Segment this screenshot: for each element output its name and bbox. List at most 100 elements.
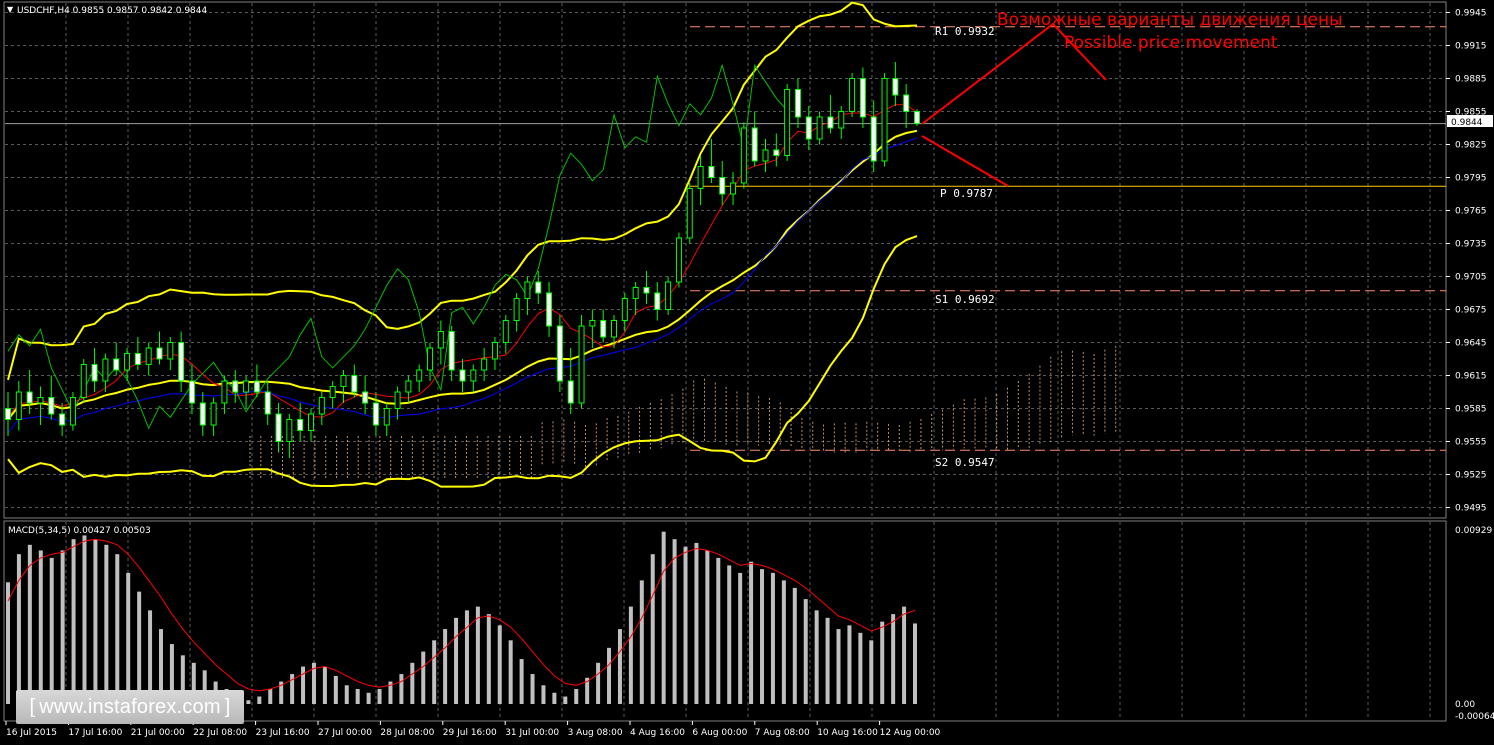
grid <box>5 3 1446 720</box>
macd-bar <box>464 610 469 705</box>
candle-body <box>881 78 888 162</box>
price-tick-label: 0.9765 <box>1455 207 1487 217</box>
macd-bar <box>770 572 775 705</box>
macd-tick-label: -0.00064 <box>1455 712 1494 722</box>
macd-bar <box>836 629 841 705</box>
time-tick-label: 29 Jul 16:00 <box>443 728 497 738</box>
macd-bar <box>672 539 677 705</box>
candle-body <box>914 111 920 125</box>
symbol-info: USDCHF,H4 0.9855 0.9857 0.9842 0.9844 <box>17 6 207 16</box>
candle-body <box>156 347 163 360</box>
macd-indicator <box>6 531 917 705</box>
symbol-info-icon[interactable]: ▼ <box>7 5 14 14</box>
price-tick-label: 0.9825 <box>1455 141 1487 151</box>
time-tick-label: 4 Aug 16:00 <box>630 728 685 738</box>
price-tick-label: 0.9705 <box>1455 273 1487 283</box>
candle-body <box>708 166 715 178</box>
time-tick-label: 22 Jul 08:00 <box>193 728 247 738</box>
candle-body <box>59 413 66 426</box>
macd-bar <box>738 572 743 705</box>
candle-body <box>188 380 195 404</box>
macd-bar <box>257 696 262 705</box>
macd-bar <box>301 666 306 705</box>
candle-body <box>794 89 801 118</box>
candle-body <box>903 94 910 112</box>
candle-body <box>221 380 228 404</box>
macd-bar <box>683 546 688 705</box>
macd-bar <box>607 647 612 705</box>
candle-body <box>524 281 531 299</box>
candle-body <box>362 391 369 404</box>
macd-bar <box>333 675 338 705</box>
macd-bar <box>82 535 87 705</box>
candle-body <box>459 369 466 382</box>
macd-bar <box>344 685 349 705</box>
candle-body <box>69 397 76 426</box>
macd-signal-line <box>7 538 916 692</box>
macd-bar <box>563 696 568 705</box>
candle-body <box>762 149 769 162</box>
macd-bar <box>705 550 710 705</box>
time-tick-label: 16 Jul 2015 <box>6 728 57 738</box>
macd-bar <box>137 591 142 705</box>
candle-body <box>37 397 44 404</box>
candle-body <box>416 369 423 382</box>
candle-body <box>232 380 239 393</box>
candle-body <box>784 89 791 156</box>
price-tick-label: 0.9915 <box>1455 42 1487 52</box>
candle-body <box>567 380 574 404</box>
candle-body <box>513 298 520 321</box>
watermark-bracket-open: [ <box>29 695 36 718</box>
candle-body <box>178 342 185 382</box>
pivot-label: P 0.9787 <box>940 187 993 200</box>
macd-bar <box>126 572 131 705</box>
macd-bar <box>803 599 808 705</box>
chart-canvas[interactable]: 0.99450.99150.98850.98550.98250.97950.97… <box>0 0 1494 741</box>
candle-body <box>535 281 542 294</box>
s2-label: S2 0.9547 <box>935 456 995 469</box>
macd-bar <box>694 542 699 705</box>
candle-body <box>448 331 455 371</box>
annotation-title-en: Possible price movement <box>1064 33 1278 53</box>
candle-body <box>329 386 336 398</box>
time-tick-label: 6 Aug 00:00 <box>692 728 747 738</box>
candle-body <box>654 292 661 310</box>
candle-body <box>383 408 390 426</box>
time-tick-label: 23 Jul 16:00 <box>256 728 310 738</box>
macd-tick-label: 0.00 <box>1455 700 1475 710</box>
macd-info: MACD(5,34,5) 0.00427 0.00503 <box>8 526 151 536</box>
candle-body <box>892 78 899 96</box>
candle-body <box>91 364 98 382</box>
candle-body <box>275 413 282 442</box>
candle-body <box>859 78 866 118</box>
price-tick-label: 0.9645 <box>1455 339 1487 349</box>
price-tick-label: 0.9615 <box>1455 372 1487 382</box>
macd-bar <box>760 569 765 705</box>
time-tick-label: 7 Aug 08:00 <box>755 728 810 738</box>
macd-bar <box>913 623 917 705</box>
candle-body <box>632 287 639 299</box>
macd-bar <box>902 606 907 705</box>
bollinger-upper <box>7 1 918 381</box>
candle-body <box>675 237 682 283</box>
macd-bar <box>486 614 491 705</box>
candle-body <box>297 419 304 431</box>
price-tick-label: 0.9585 <box>1455 405 1487 415</box>
macd-bar <box>49 557 54 705</box>
macd-bar <box>749 561 754 705</box>
macd-bar <box>421 651 426 705</box>
candle-body <box>719 177 726 195</box>
macd-bar <box>115 554 120 705</box>
macd-bar <box>410 662 415 705</box>
macd-bar <box>27 544 32 705</box>
candle-body <box>264 391 271 415</box>
pivot-levels <box>5 26 1446 451</box>
candle-body <box>502 320 509 343</box>
macd-bar <box>377 689 382 705</box>
candle-body <box>773 149 780 156</box>
time-tick-label: 27 Jul 00:00 <box>318 728 372 738</box>
macd-bar <box>432 640 437 705</box>
macd-bar <box>366 692 371 705</box>
candle-body <box>870 116 877 162</box>
chikou-line <box>7 63 788 430</box>
